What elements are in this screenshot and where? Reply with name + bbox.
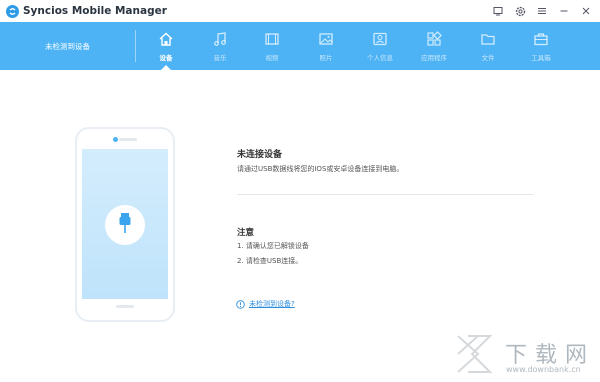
tab-label: 设备 bbox=[159, 54, 173, 62]
tab-apps[interactable]: 应用程序 bbox=[407, 22, 461, 70]
page-title: 未连接设备 bbox=[237, 150, 283, 160]
contact-icon bbox=[371, 30, 389, 48]
phone-illustration bbox=[75, 127, 175, 322]
tab-device[interactable]: 设备 bbox=[139, 22, 193, 70]
photo-icon bbox=[317, 30, 335, 48]
usb-plug-icon bbox=[118, 212, 132, 238]
notes-title: 注意 bbox=[237, 228, 255, 238]
settings-icon[interactable] bbox=[512, 3, 528, 19]
folder-icon bbox=[479, 30, 497, 48]
usb-connector-badge bbox=[105, 205, 145, 245]
tab-label: 照片 bbox=[319, 54, 333, 62]
minimize-icon[interactable] bbox=[556, 3, 572, 19]
section-divider bbox=[237, 194, 533, 195]
note-item: 1. 请确认您已解锁设备 bbox=[237, 242, 309, 250]
tab-contacts[interactable]: 个人信息 bbox=[353, 22, 407, 70]
nav-divider bbox=[135, 30, 136, 62]
phone-camera bbox=[113, 137, 118, 142]
tab-toolbox[interactable]: 工具箱 bbox=[514, 22, 568, 70]
phone-screen bbox=[82, 149, 168, 299]
device-status-label[interactable]: 未检测到设备 bbox=[0, 22, 135, 70]
message-icon[interactable] bbox=[490, 3, 506, 19]
toolbox-icon bbox=[532, 30, 550, 48]
connect-instruction: 请通过USB数据线将您的IOS或安卓设备连接到电脑。 bbox=[237, 165, 404, 173]
device-not-detected-link[interactable]: 未检测到设备? bbox=[236, 294, 295, 313]
tab-label: 个人信息 bbox=[367, 54, 393, 62]
tab-files[interactable]: 文件 bbox=[461, 22, 515, 70]
tab-music[interactable]: 音乐 bbox=[193, 22, 247, 70]
tab-label: 视频 bbox=[265, 54, 279, 62]
tab-label: 音乐 bbox=[213, 54, 227, 62]
phone-home-bar bbox=[116, 305, 134, 308]
window-controls bbox=[490, 3, 594, 19]
tab-label: 文件 bbox=[481, 54, 495, 62]
tab-video[interactable]: 视频 bbox=[245, 22, 299, 70]
main-nav-bar: 未检测到设备 设备 音乐 视频 照片 个人信息 应用程序 文件 工具箱 bbox=[0, 22, 600, 70]
tab-label: 应用程序 bbox=[421, 54, 447, 62]
help-icon bbox=[236, 294, 245, 313]
video-icon bbox=[263, 30, 281, 48]
help-link-text[interactable]: 未检测到设备? bbox=[249, 299, 295, 309]
syncios-logo-icon bbox=[6, 4, 19, 18]
home-icon bbox=[157, 30, 175, 48]
tab-photo[interactable]: 照片 bbox=[299, 22, 353, 70]
apps-icon bbox=[425, 30, 443, 48]
watermark-url: www.downbank.cn bbox=[506, 365, 581, 374]
phone-speaker bbox=[119, 138, 137, 141]
app-title: Syncios Mobile Manager bbox=[23, 5, 167, 17]
title-bar: Syncios Mobile Manager bbox=[0, 0, 600, 22]
music-icon bbox=[211, 30, 229, 48]
active-tab-indicator bbox=[161, 65, 171, 70]
note-item: 2. 请检查USB连接。 bbox=[237, 257, 303, 265]
menu-icon[interactable] bbox=[534, 3, 550, 19]
tab-label: 工具箱 bbox=[531, 54, 551, 62]
close-icon[interactable] bbox=[578, 3, 594, 19]
